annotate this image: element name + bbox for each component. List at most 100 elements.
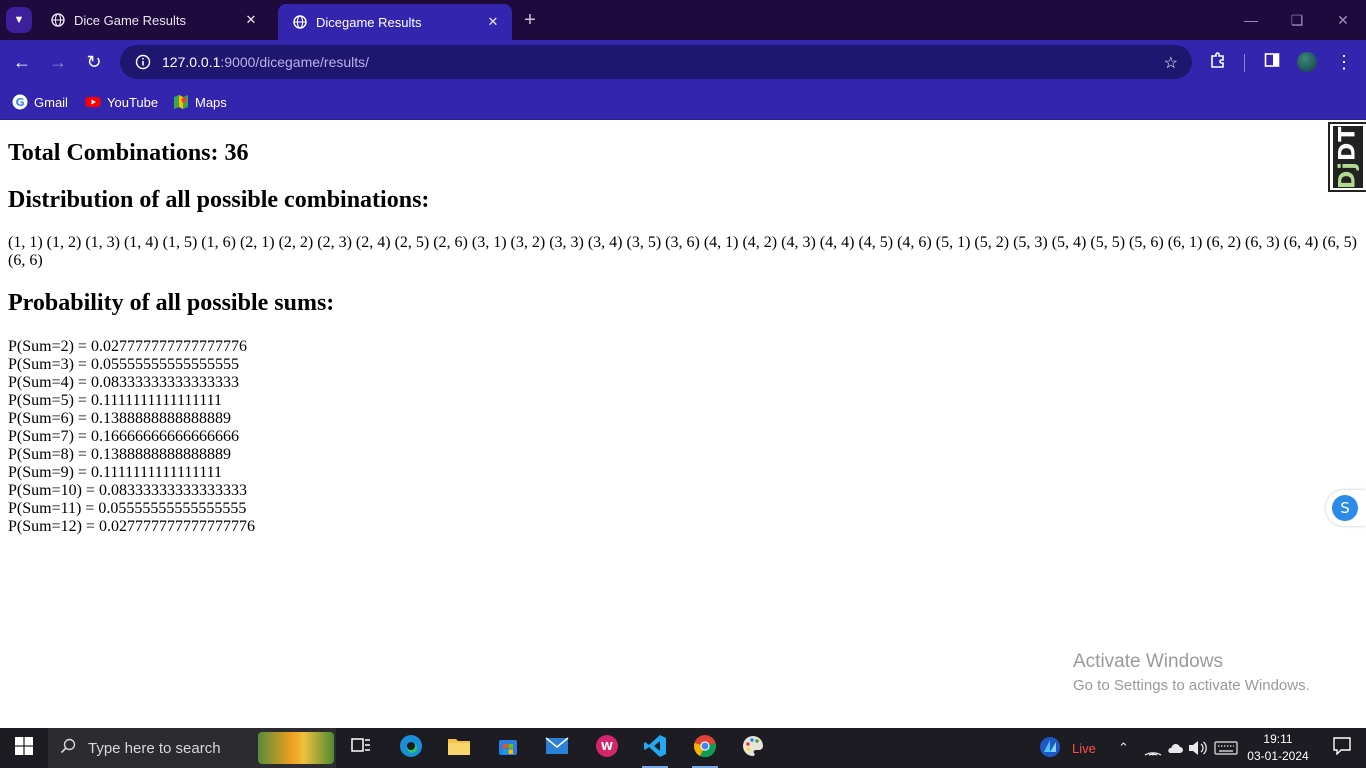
- notification-icon: [1333, 736, 1351, 760]
- volume-icon[interactable]: [1188, 728, 1208, 768]
- chevron-down-icon: ▼: [13, 14, 25, 26]
- tab-dice-game-results[interactable]: Dice Game Results ✕: [36, 4, 270, 36]
- close-window-button[interactable]: ✕: [1320, 0, 1366, 40]
- probability-line: P(Sum=11) = 0.05555555555555555: [8, 500, 247, 517]
- close-icon[interactable]: ✕: [484, 13, 502, 31]
- toolbar-divider: [1244, 54, 1245, 72]
- paint-palette-icon: [741, 734, 765, 763]
- bookmark-label: YouTube: [107, 94, 159, 110]
- total-combinations-heading: Total Combinations: 36: [8, 140, 249, 166]
- site-info-icon[interactable]: [134, 53, 152, 71]
- youtube-icon: [85, 94, 101, 110]
- side-panel-button[interactable]: [1258, 48, 1286, 76]
- djdt-logo: Dj DT: [1333, 125, 1363, 189]
- browser-toolbar: ← → ↻ 127.0.0.1:9000/dicegame/results/ ☆…: [0, 40, 1366, 84]
- search-placeholder: Type here to search: [88, 739, 221, 757]
- activate-windows-watermark: Activate Windows Go to Settings to activ…: [1073, 651, 1310, 694]
- wps-app[interactable]: W: [584, 728, 630, 768]
- watermark-line2: Go to Settings to activate Windows.: [1073, 677, 1310, 694]
- probability-line: P(Sum=9) = 0.1111111111111111: [8, 464, 223, 481]
- bookmark-gmail[interactable]: G Gmail: [12, 92, 68, 112]
- bookmark-maps[interactable]: Maps: [173, 92, 227, 112]
- tab-dicegame-results[interactable]: Dicegame Results ✕: [278, 4, 512, 40]
- chrome-app[interactable]: [682, 728, 728, 768]
- start-button[interactable]: [0, 728, 48, 768]
- keyboard-icon[interactable]: [1214, 728, 1238, 768]
- restore-button[interactable]: ❏: [1274, 0, 1320, 40]
- extension-badge-icon: S: [1332, 495, 1358, 521]
- page-content: Total Combinations: 36 Distribution of a…: [0, 121, 1366, 728]
- address-bar[interactable]: 127.0.0.1:9000/dicegame/results/ ☆: [120, 45, 1192, 79]
- show-hidden-icons-button[interactable]: ⌃: [1118, 728, 1129, 768]
- probability-line: P(Sum=4) = 0.08333333333333333: [8, 374, 239, 391]
- clock-time: 19:11: [1263, 732, 1293, 746]
- menu-button[interactable]: ⋮: [1330, 48, 1358, 76]
- task-view-button[interactable]: [338, 728, 384, 768]
- url-path: :9000/dicegame/results/: [220, 54, 370, 70]
- arrow-left-icon: ←: [13, 51, 31, 72]
- network-icon[interactable]: [1144, 728, 1162, 768]
- forward-button[interactable]: →: [44, 48, 72, 76]
- probability-line: P(Sum=5) = 0.1111111111111111: [8, 392, 223, 409]
- taskbar-search-box[interactable]: Type here to search: [48, 728, 336, 768]
- folder-icon: [447, 736, 471, 761]
- minimize-button[interactable]: —: [1228, 0, 1274, 40]
- notifications-button[interactable]: [1320, 728, 1364, 768]
- store-icon: [497, 735, 519, 762]
- reload-icon: ↻: [86, 51, 102, 72]
- tab-search-button[interactable]: ▼: [6, 7, 32, 33]
- arrow-right-icon: →: [49, 51, 67, 72]
- paint-app[interactable]: [730, 728, 776, 768]
- probability-line: P(Sum=12) = 0.027777777777777776: [8, 518, 255, 535]
- store-app[interactable]: [485, 728, 531, 768]
- probability-line: P(Sum=2) = 0.027777777777777776: [8, 338, 247, 355]
- vscode-app[interactable]: [632, 728, 678, 768]
- system-clock[interactable]: 19:11 03-01-2024: [1240, 731, 1316, 765]
- distribution-heading: Distribution of all possible combination…: [8, 187, 430, 213]
- probability-line: P(Sum=10) = 0.08333333333333333: [8, 482, 247, 499]
- bookmark-youtube[interactable]: YouTube: [85, 92, 158, 112]
- svg-text:W: W: [601, 740, 613, 753]
- maps-icon: [173, 94, 189, 110]
- weather-tray-icon[interactable]: [1166, 728, 1184, 768]
- edge-icon: [399, 734, 423, 763]
- back-button[interactable]: ←: [8, 48, 36, 76]
- more-vert-icon: ⋮: [1335, 51, 1353, 72]
- chrome-icon: [693, 734, 717, 763]
- globe-icon: [50, 12, 66, 28]
- edge-app[interactable]: [388, 728, 434, 768]
- probability-list: P(Sum=2) = 0.027777777777777776 P(Sum=3)…: [8, 338, 255, 536]
- taskbar: Type here to search W Live ⌃ 19:11 03-01…: [0, 728, 1366, 768]
- restore-icon: ❏: [1290, 11, 1304, 28]
- profile-avatar[interactable]: [1297, 52, 1317, 72]
- extensions-button[interactable]: [1204, 48, 1232, 76]
- debug-toolbar-handle[interactable]: Dj DT: [1328, 122, 1366, 192]
- mail-app[interactable]: [534, 728, 580, 768]
- puzzle-icon: [1209, 51, 1227, 74]
- task-view-icon: [351, 737, 371, 760]
- close-icon[interactable]: ✕: [242, 11, 260, 29]
- url-host: 127.0.0.1: [162, 54, 221, 70]
- file-explorer-app[interactable]: [436, 728, 482, 768]
- bookmark-label: Gmail: [34, 94, 68, 110]
- probability-heading: Probability of all possible sums:: [8, 290, 335, 316]
- close-icon: ✕: [1337, 11, 1349, 28]
- live-widget[interactable]: Live: [1038, 728, 1096, 768]
- vscode-icon: [643, 734, 667, 763]
- chevron-up-icon: ⌃: [1118, 740, 1129, 755]
- new-tab-button[interactable]: +: [518, 8, 542, 32]
- probability-line: P(Sum=7) = 0.16666666666666666: [8, 428, 239, 445]
- reload-button[interactable]: ↻: [80, 48, 108, 76]
- floating-extension-button[interactable]: S: [1326, 490, 1366, 526]
- side-panel-icon: [1264, 52, 1280, 73]
- bookmark-star-icon[interactable]: ☆: [1164, 53, 1178, 73]
- search-highlight-image: [258, 732, 334, 764]
- probability-line: P(Sum=8) = 0.1388888888888889: [8, 446, 231, 463]
- probability-line: P(Sum=3) = 0.05555555555555555: [8, 356, 239, 373]
- tab-title: Dicegame Results: [316, 14, 422, 30]
- cricket-icon: [1038, 735, 1062, 762]
- tab-title: Dice Game Results: [74, 12, 186, 28]
- bookmark-label: Maps: [195, 94, 227, 110]
- wps-icon: W: [595, 734, 619, 763]
- minimize-icon: —: [1244, 12, 1258, 28]
